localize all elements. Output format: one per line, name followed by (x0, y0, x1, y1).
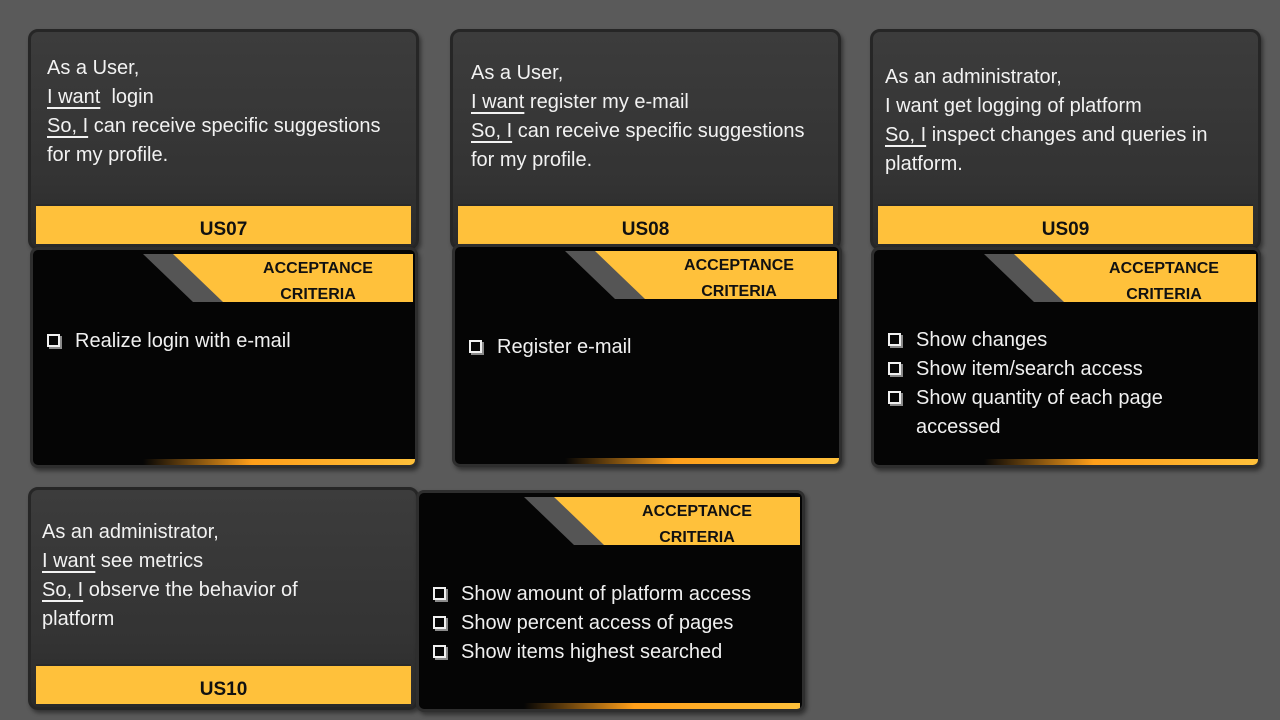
story-keyword: So, I (885, 124, 927, 146)
checkbox-icon (888, 333, 901, 346)
story-id: US09 (878, 204, 1253, 244)
story-line: As an administrator, (42, 521, 219, 543)
story-line: I want see metrics (42, 550, 204, 572)
story-keyword: So, I (42, 579, 84, 601)
story-id: US08 (458, 204, 833, 244)
story-line: I want register my e-mail (471, 91, 689, 113)
story-text: As a User, I want login So, I can receiv… (47, 54, 407, 170)
story-id: US10 (36, 664, 411, 704)
acceptance-criteria-us10: ACCEPTANCE CRITERIA Show amount of platf… (416, 490, 805, 712)
criteria-list: Register e-mail (469, 333, 833, 362)
checkbox-icon (47, 334, 60, 347)
story-keyword: So, I (47, 115, 89, 137)
story-line: So, I observe the behavior of platform (42, 579, 304, 630)
story-line: As an administrator, (885, 66, 1062, 88)
story-card-us09: As an administrator, I want get logging … (870, 29, 1261, 250)
criteria-list: Show amount of platform access Show perc… (433, 580, 796, 667)
story-line: I want get logging of platform (885, 95, 1142, 117)
checkbox-icon (433, 645, 446, 658)
checkbox-icon (469, 340, 482, 353)
story-text: As an administrator, I want get logging … (885, 63, 1253, 179)
accent-line (565, 458, 839, 464)
criteria-item: Show percent access of pages (433, 609, 796, 638)
accent-line (524, 703, 800, 709)
story-keyword: I want (471, 91, 525, 113)
accent-line (143, 459, 415, 465)
accent-line (984, 459, 1258, 465)
story-line: So, I inspect changes and queries in pla… (885, 124, 1214, 175)
criteria-title: ACCEPTANCE CRITERIA (263, 260, 373, 303)
criteria-title: ACCEPTANCE CRITERIA (1109, 260, 1219, 303)
story-keyword: I want (42, 550, 96, 572)
criteria-list: Show changes Show item/search access Sho… (888, 326, 1252, 442)
checkbox-icon (888, 391, 901, 404)
criteria-item: Show amount of platform access (433, 580, 796, 609)
story-line: So, I can receive specific suggestions f… (471, 120, 811, 171)
criteria-title: ACCEPTANCE CRITERIA (642, 503, 752, 546)
criteria-item: Show changes (888, 326, 1252, 355)
story-id: US07 (36, 204, 411, 244)
checkbox-icon (433, 587, 446, 600)
story-card-us10: As an administrator, I want see metrics … (28, 487, 419, 710)
criteria-item: Register e-mail (469, 333, 833, 362)
criteria-title: ACCEPTANCE CRITERIA (684, 257, 794, 300)
criteria-item: Realize login with e-mail (47, 327, 409, 356)
story-keyword: I want (47, 86, 101, 108)
criteria-item: Show items highest searched (433, 638, 796, 667)
criteria-list: Realize login with e-mail (47, 327, 409, 356)
story-keyword: So, I (471, 120, 513, 142)
story-line: As a User, (47, 57, 140, 79)
checkbox-icon (433, 616, 446, 629)
acceptance-criteria-us09: ACCEPTANCE CRITERIA Show changes Show it… (871, 247, 1261, 468)
story-text: As a User, I want register my e-mail So,… (471, 59, 833, 175)
story-text: As an administrator, I want see metrics … (42, 518, 342, 634)
criteria-item: Show quantity of each page accessed (888, 384, 1226, 442)
story-card-us08: As a User, I want register my e-mail So,… (450, 29, 841, 250)
criteria-item: Show item/search access (888, 355, 1252, 384)
story-line: I want login (47, 86, 154, 108)
acceptance-criteria-us07: ACCEPTANCE CRITERIA Realize login with e… (30, 247, 418, 468)
checkbox-icon (888, 362, 901, 375)
story-line: As a User, (471, 62, 564, 84)
story-line: So, I can receive specific suggestions f… (47, 115, 387, 166)
acceptance-criteria-us08: ACCEPTANCE CRITERIA Register e-mail (452, 244, 842, 467)
story-card-us07: As a User, I want login So, I can receiv… (28, 29, 419, 250)
